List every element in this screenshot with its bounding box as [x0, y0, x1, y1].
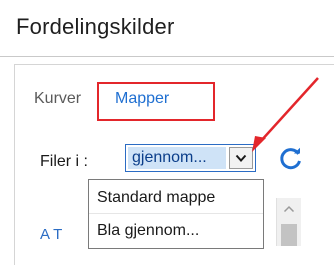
list-item-behind: A T: [40, 226, 63, 243]
option-standard-mappe[interactable]: Standard mappe: [89, 183, 263, 213]
dropdown-divider: [89, 213, 263, 214]
panel-title: Fordelingskilder: [16, 14, 175, 39]
folder-select-value[interactable]: gjennom...: [128, 147, 226, 169]
tab-highlight-box: [97, 82, 215, 121]
title-divider: [0, 56, 334, 57]
files-label: Filer i :: [40, 153, 88, 170]
chevron-down-icon[interactable]: [229, 147, 253, 169]
refresh-icon[interactable]: [277, 145, 305, 173]
tab-kurver[interactable]: Kurver: [34, 90, 81, 108]
option-bla-gjennom[interactable]: Bla gjennom...: [89, 216, 263, 246]
scroll-thumb[interactable]: [281, 224, 297, 246]
folder-dropdown-list: Standard mappe Bla gjennom...: [88, 179, 264, 249]
scrollbar[interactable]: [276, 198, 301, 246]
folder-select[interactable]: gjennom...: [125, 144, 256, 172]
chevron-up-icon[interactable]: [277, 198, 301, 220]
